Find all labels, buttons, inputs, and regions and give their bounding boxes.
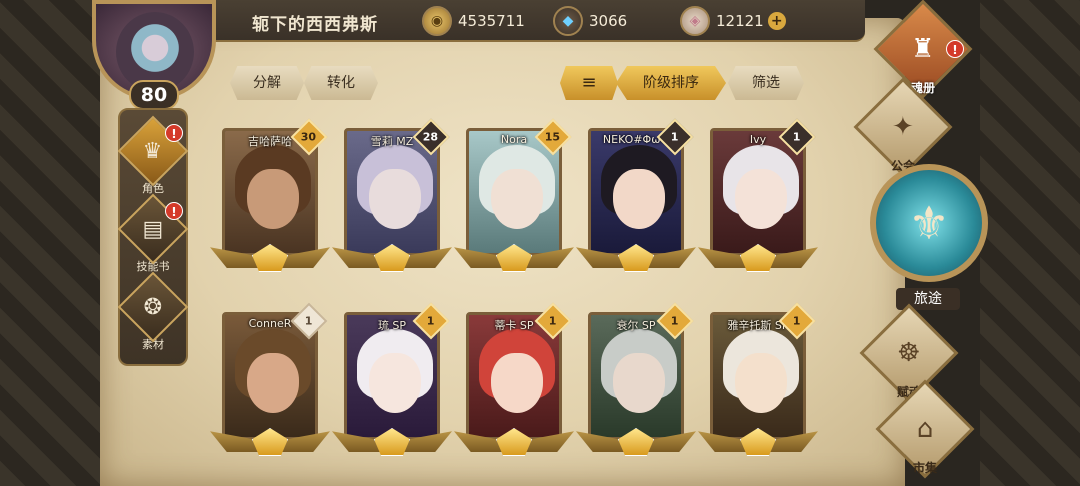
player-level-badge: 80 [129,80,179,110]
character-portrait [469,315,559,437]
character-card[interactable]: 吉哈萨哈 30 [210,118,330,278]
rank-crest-icon [332,236,452,278]
sort-by-rank-button[interactable]: 阶级排序 [616,66,726,100]
gem-amount: 3066 [589,12,628,30]
player-name: 轭下的西西弗斯 [252,15,378,35]
currency-gem[interactable]: ◆ 3066 [553,6,627,36]
filter-button[interactable]: 筛选 [728,66,804,100]
character-portrait [225,131,315,253]
alert-badge: ! [165,124,183,142]
rank-crest-icon [576,236,696,278]
gold-amount: 4535711 [458,12,525,30]
sort-lines-icon: ≡ [581,72,597,93]
material-icon: ❂ [117,271,189,343]
character-card[interactable]: Ivy 1 [698,118,818,278]
character-card[interactable]: 衰尔 SP 1 [576,302,696,462]
add-crystal-button[interactable]: + [767,12,786,30]
journey-button[interactable]: ⚜ 旅途 [866,160,990,310]
left-frame-background [0,0,110,486]
rank-crest-icon [576,420,696,462]
character-card[interactable]: NEKO#ΦωΦ 1 [576,118,696,278]
nav-character[interactable]: ♛ 角色 ! [117,115,189,196]
right-frame-background [980,0,1080,486]
nav-material[interactable]: ❂ 素材 [117,271,189,352]
character-card[interactable]: Nora 15 [454,118,574,278]
character-card[interactable]: 雅辛托斯 SP 1 [698,302,818,462]
nav-market-label: 市集 [912,461,937,475]
character-portrait [713,315,803,437]
rank-crest-icon [698,420,818,462]
alert-badge: ! [165,202,183,220]
character-card[interactable]: 琉 SP 1 [332,302,452,462]
character-card[interactable]: 蒂卡 SP 1 [454,302,574,462]
rank-crest-icon [698,236,818,278]
character-portrait [591,315,681,437]
journey-icon: ⚜ [870,164,988,282]
coin-icon: ◉ [422,6,452,36]
character-portrait [591,131,681,253]
convert-button[interactable]: 转化 [304,66,378,100]
character-card[interactable]: ConneR 1 [210,302,330,462]
alert-badge: ! [946,40,964,58]
character-portrait [713,131,803,253]
rank-crest-icon [210,236,330,278]
character-portrait [347,315,437,437]
rank-crest-icon [454,420,574,462]
character-card[interactable]: 雪莉 MZ 28 [332,118,452,278]
sort-direction-button[interactable]: ≡ [560,66,618,100]
currency-gold[interactable]: ◉ 4535711 [422,6,525,36]
rank-crest-icon [210,420,330,462]
character-portrait [469,131,559,253]
crystal-amount: 12121 [716,12,764,30]
decompose-button[interactable]: 分解 [230,66,304,100]
nav-skillbook[interactable]: ▤ 技能书 ! [117,193,189,274]
nav-market[interactable]: ⌂ 市集 [875,379,975,484]
currency-crystal[interactable]: ◈ 12121 + [680,6,786,36]
character-portrait [225,315,315,437]
character-portrait [347,131,437,253]
gem-icon: ◆ [553,6,583,36]
rank-crest-icon [454,236,574,278]
crystal-icon: ◈ [680,6,710,36]
rank-crest-icon [332,420,452,462]
